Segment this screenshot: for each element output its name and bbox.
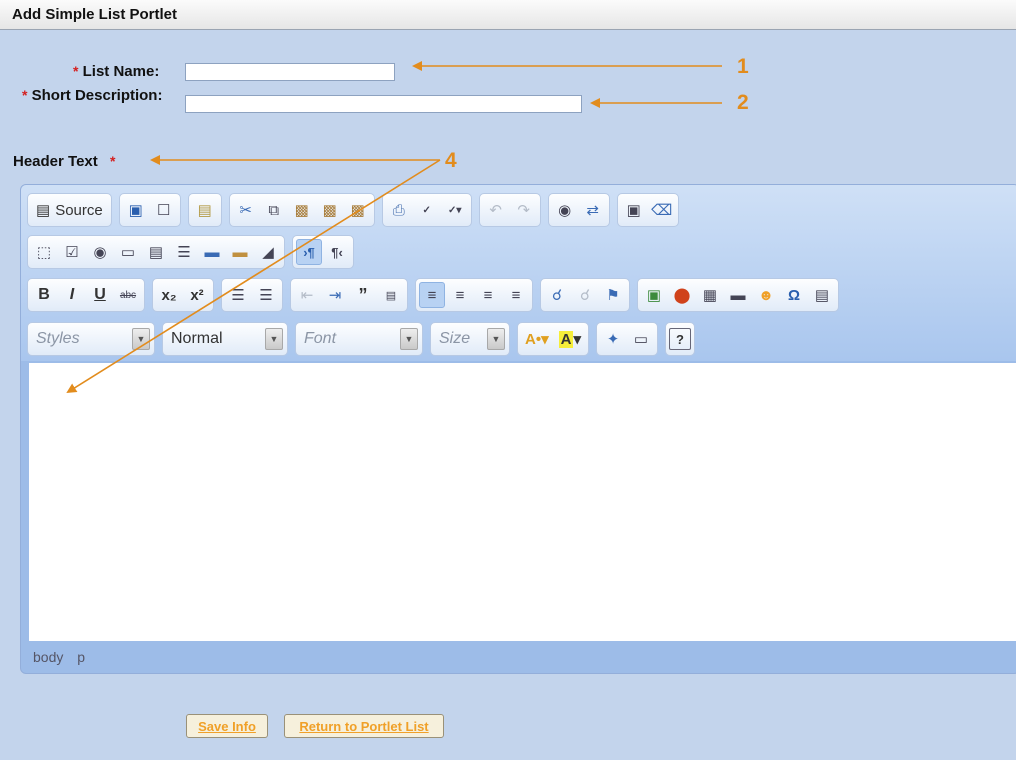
annotation-number-1: 1 bbox=[737, 55, 749, 78]
annotation-arrows bbox=[66, 61, 722, 394]
annotation-number-2: 2 bbox=[737, 91, 749, 114]
annotation-number-4: 4 bbox=[445, 149, 457, 172]
annotation-arrow-4-editor bbox=[66, 159, 441, 394]
